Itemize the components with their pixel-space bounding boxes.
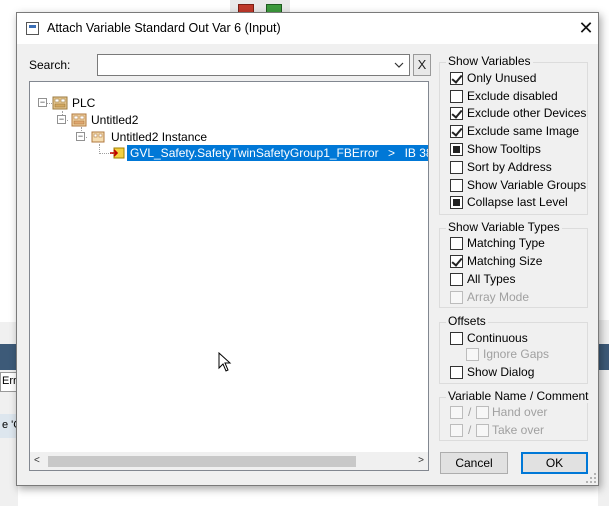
hand-over-row: / Hand over — [450, 405, 580, 421]
show-variable-types-title: Show Variable Types — [446, 220, 562, 234]
checkbox-label: Array Mode — [467, 290, 530, 304]
checkbox-label: Exclude disabled — [467, 89, 558, 103]
checkbox-label: Continuous — [467, 331, 528, 345]
ok-button[interactable]: OK — [521, 452, 588, 474]
checkbox-box[interactable] — [450, 107, 463, 120]
checkbox-box — [450, 291, 463, 304]
tree-node-untitled2[interactable]: − Untitled2 — [30, 112, 230, 128]
arrow-separator: > — [388, 146, 396, 160]
checkbox-label: Sort by Address — [467, 160, 552, 174]
checkbox-box[interactable] — [450, 366, 463, 379]
checkbox-box[interactable] — [450, 90, 463, 103]
checkbox-box[interactable] — [450, 255, 463, 268]
dialog-title: Attach Variable Standard Out Var 6 (Inpu… — [47, 21, 281, 35]
checkbox-box[interactable] — [450, 161, 463, 174]
window-icon — [26, 22, 39, 35]
tree-node-plc[interactable]: − PLC — [30, 95, 230, 111]
selected-variable-label: GVL_Safety.SafetyTwinSafetyGroup1_FBErro… — [127, 145, 428, 161]
checkbox-label: Exclude other Devices — [467, 106, 587, 120]
chevron-down-icon[interactable] — [391, 56, 407, 74]
checkbox-label: Collapse last Level — [467, 195, 568, 209]
resize-grip-icon[interactable] — [585, 472, 597, 484]
tree-node-label: PLC — [72, 96, 96, 110]
checkbox-label: Ignore Gaps — [483, 347, 550, 361]
variable-name: GVL_Safety.SafetyTwinSafetyGroup1_FBErro… — [130, 146, 379, 160]
collapse-icon[interactable]: − — [57, 115, 66, 124]
checkbox-box[interactable] — [450, 196, 463, 209]
slash-separator: / — [468, 405, 472, 419]
offsets-title: Offsets — [446, 314, 488, 328]
checkbox-label: Show Tooltips — [467, 142, 541, 156]
tree-node-label: Untitled2 — [91, 113, 139, 127]
checkbox-label: Matching Size — [467, 254, 543, 268]
collapse-icon[interactable]: − — [76, 132, 85, 141]
tree-node-label: Untitled2 Instance — [111, 130, 208, 144]
checkbox-box[interactable] — [450, 332, 463, 345]
checkbox-box[interactable] — [450, 143, 463, 156]
name-take-over-checkbox — [450, 424, 463, 437]
name-hand-over-checkbox — [450, 406, 463, 419]
slash-separator: / — [468, 423, 472, 437]
checkbox-label: Only Unused — [467, 71, 537, 85]
clear-search-button[interactable]: X — [413, 54, 431, 76]
tree-node-instance[interactable]: − Untitled2 Instance — [30, 128, 280, 144]
checkbox-label: Show Dialog — [467, 365, 535, 379]
checkbox-box[interactable] — [450, 72, 463, 85]
instance-icon — [91, 131, 105, 143]
background-right-header-bar — [598, 344, 609, 370]
mouse-cursor-icon — [218, 352, 232, 372]
checkbox-box[interactable] — [450, 179, 463, 192]
checkbox-box[interactable] — [450, 273, 463, 286]
variable-tree[interactable]: − PLC − Untitled2 − Untitled2 Instance G… — [29, 81, 429, 471]
checkbox-label: All Types — [467, 272, 516, 286]
cancel-button[interactable]: Cancel — [440, 452, 508, 474]
checkbox-box[interactable] — [450, 125, 463, 138]
checkbox-label: Exclude same Image — [467, 124, 580, 138]
hand-over-label: Hand over — [492, 405, 548, 419]
close-icon[interactable]: ✕ — [575, 17, 597, 39]
search-input[interactable] — [99, 56, 389, 74]
checkbox-label: Matching Type — [467, 236, 545, 250]
project-icon — [71, 113, 87, 127]
tree-node-variable-selected[interactable]: GVL_Safety.SafetyTwinSafetyGroup1_FBErro… — [30, 144, 428, 161]
take-over-label: Take over — [492, 423, 545, 437]
variable-name-comment-title: Variable Name / Comment — [446, 389, 591, 403]
scrollbar-thumb[interactable] — [48, 456, 356, 467]
variable-address: IB 385027 — [404, 146, 428, 160]
checkbox-label: Show Variable Groups — [467, 178, 587, 192]
show-variables-title: Show Variables — [446, 54, 533, 68]
take-over-row: / Take over — [450, 423, 580, 439]
title-bar[interactable]: Attach Variable Standard Out Var 6 (Inpu… — [17, 13, 598, 44]
search-combobox[interactable] — [97, 54, 410, 76]
scroll-right-arrow-icon[interactable]: > — [418, 455, 424, 466]
comment-hand-over-checkbox — [476, 406, 489, 419]
collapse-icon[interactable]: − — [38, 98, 47, 107]
plc-icon — [52, 96, 68, 110]
scroll-left-arrow-icon[interactable]: < — [34, 455, 40, 466]
input-variable-icon — [110, 147, 125, 159]
checkbox-box[interactable] — [450, 237, 463, 250]
comment-take-over-checkbox — [476, 424, 489, 437]
checkbox-box — [466, 348, 479, 361]
attach-variable-dialog: Attach Variable Standard Out Var 6 (Inpu… — [16, 12, 599, 486]
search-label: Search: — [29, 58, 71, 72]
